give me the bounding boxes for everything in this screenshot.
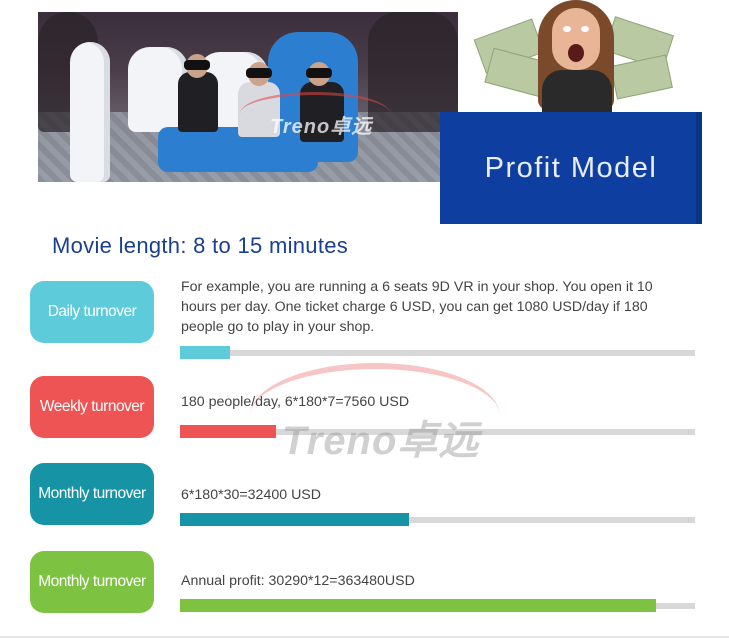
profit-model-title: Profit Model	[484, 151, 658, 184]
vr-seat	[70, 42, 110, 182]
bottom-divider	[0, 636, 729, 638]
annual-turnover-pill: Monthly turnover	[30, 551, 154, 613]
eye	[581, 26, 589, 32]
monthly-progress-fill	[180, 513, 409, 526]
torso	[542, 70, 612, 112]
mouth	[568, 44, 584, 62]
eye	[563, 26, 571, 32]
vr-headset	[184, 60, 210, 70]
vr-chairs-photo	[38, 12, 458, 182]
daily-progress-fill	[180, 346, 230, 359]
weekly-turnover-pill: Weekly turnover	[30, 376, 154, 438]
annual-profit-text: Annual profit: 30290*12=363480USD	[181, 573, 415, 589]
monthly-turnover-pill: Monthly turnover	[30, 463, 154, 525]
daily-turnover-pill: Daily turnover	[30, 281, 154, 343]
watermark-small: Treno卓远	[270, 116, 373, 138]
movie-length-headline: Movie length: 8 to 15 minutes	[52, 233, 349, 258]
watermark-logo: Treno卓远	[282, 419, 480, 463]
woman-with-money-photo	[468, 0, 680, 112]
profit-model-box: Profit Model	[440, 112, 702, 224]
daily-progress-track	[180, 350, 695, 356]
vr-headset	[306, 68, 332, 78]
cash	[610, 54, 673, 100]
monthly-turnover-text: 6*180*30=32400 USD	[181, 487, 322, 503]
vr-headset	[246, 68, 272, 78]
daily-turnover-text: For example, you are running a 6 seats 9…	[181, 279, 653, 335]
annual-progress-fill	[180, 599, 656, 612]
person	[178, 72, 218, 132]
